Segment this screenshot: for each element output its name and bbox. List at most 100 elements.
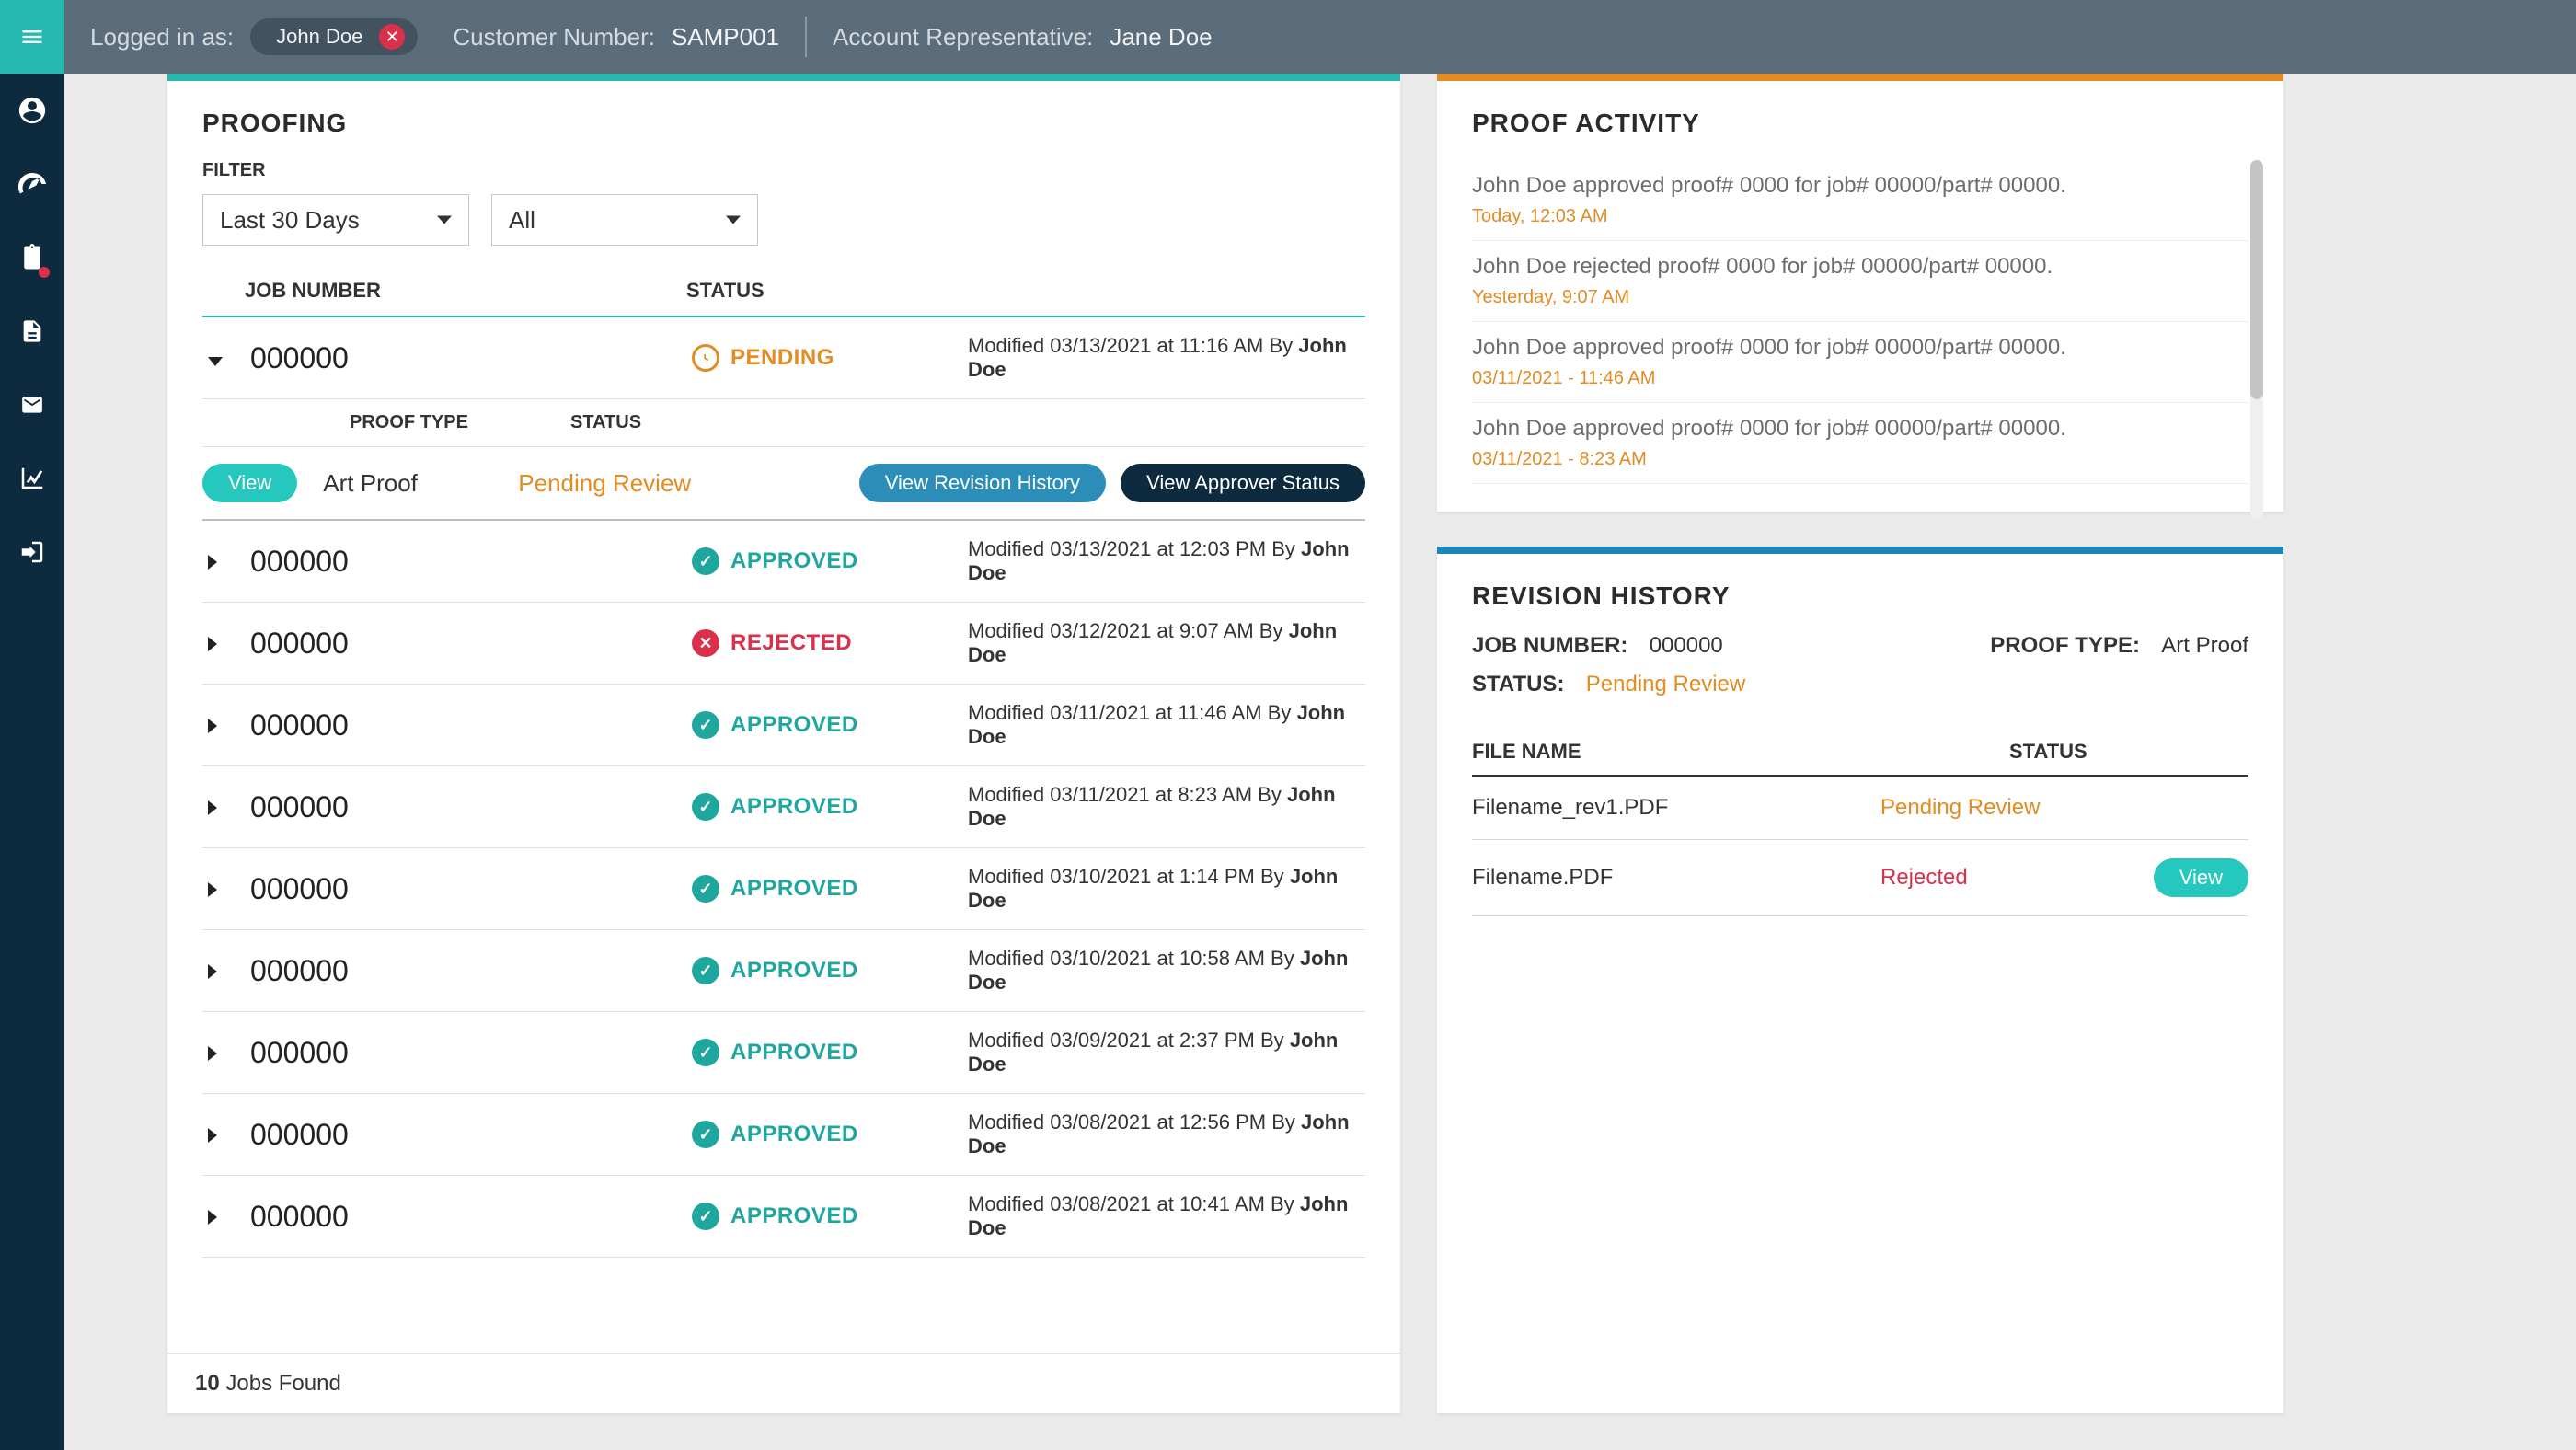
row-toggle[interactable] (208, 873, 250, 904)
modified-info: Modified 03/08/2021 at 10:41 AM By John … (968, 1192, 1360, 1240)
modified-info: Modified 03/11/2021 at 11:46 AM By John … (968, 701, 1360, 749)
activity-text: John Doe approved proof# 0000 for job# 0… (1472, 335, 2248, 361)
panel-stripe (167, 74, 1400, 81)
chevron-right-icon (208, 709, 217, 741)
proof-type: Art Proof (316, 469, 500, 498)
status-label: APPROVED (730, 958, 858, 984)
job-row: 000000 ✓ APPROVED Modified 03/08/2021 at… (202, 1094, 1365, 1176)
chevron-right-icon (208, 873, 217, 904)
activity-list: John Doe approved proof# 0000 for job# 0… (1472, 160, 2248, 484)
job-number: 000000 (250, 1200, 692, 1234)
chevron-right-icon (208, 791, 217, 823)
job-number: 000000 (250, 1118, 692, 1152)
modified-info: Modified 03/10/2021 at 1:14 PM By John D… (968, 865, 1360, 913)
th-job: JOB NUMBER (245, 279, 686, 303)
footer-text: Jobs Found (225, 1371, 340, 1396)
notification-dot (39, 267, 50, 278)
activity-item: John Doe rejected proof# 0000 for job# 0… (1472, 241, 2248, 322)
activity-item: John Doe approved proof# 0000 for job# 0… (1472, 160, 2248, 241)
job-row: 000000 ✓ APPROVED Modified 03/08/2021 at… (202, 1176, 1365, 1258)
filter-status-select[interactable]: All (491, 194, 758, 246)
account-rep: Jane Doe (1110, 23, 1212, 52)
row-toggle[interactable] (208, 791, 250, 823)
mail-icon (17, 393, 48, 417)
modified-info: Modified 03/09/2021 at 2:37 PM By John D… (968, 1029, 1360, 1076)
filter-label: FILTER (202, 160, 1365, 181)
row-toggle[interactable] (208, 955, 250, 986)
status-label: REJECTED (730, 630, 852, 656)
chevron-right-icon (208, 1037, 217, 1068)
sidebar-toggle[interactable] (0, 0, 64, 74)
job-row: 000000 ✓ APPROVED Modified 03/10/2021 at… (202, 848, 1365, 930)
sidebar-item-file[interactable] (0, 294, 64, 368)
customer-number-label: Customer Number: (453, 23, 655, 52)
activity-text: John Doe approved proof# 0000 for job# 0… (1472, 173, 2248, 199)
status-label: APPROVED (730, 1203, 858, 1229)
job-number: 000000 (250, 872, 692, 906)
modified-info: Modified 03/11/2021 at 8:23 AM By John D… (968, 783, 1360, 831)
row-toggle[interactable] (208, 1037, 250, 1068)
rev-prooftype: Art Proof (2161, 633, 2248, 658)
sub-th-prooftype: PROOF TYPE (350, 412, 570, 433)
rev-job-label: JOB NUMBER: (1472, 633, 1627, 658)
status-label: APPROVED (730, 1122, 858, 1147)
filter-time-select[interactable]: Last 30 Days (202, 194, 469, 246)
row-toggle[interactable] (208, 627, 250, 659)
rev-status-label: STATUS: (1472, 672, 1564, 696)
panel-stripe (1437, 547, 2283, 554)
sidebar-item-account[interactable] (0, 74, 64, 147)
sidebar-item-dashboard[interactable] (0, 147, 64, 221)
proof-status: Pending Review (518, 469, 794, 498)
modified-info: Modified 03/13/2021 at 12:03 PM By John … (968, 537, 1360, 585)
divider (805, 17, 807, 57)
activity-text: John Doe approved proof# 0000 for job# 0… (1472, 416, 2248, 442)
activity-item: John Doe approved proof# 0000 for job# 0… (1472, 403, 2248, 484)
activity-time: 03/11/2021 - 11:46 AM (1472, 368, 2248, 389)
job-number: 000000 (250, 790, 692, 824)
rev-th-file: FILE NAME (1472, 740, 2009, 764)
row-toggle[interactable] (208, 1201, 250, 1232)
chevron-right-icon (208, 955, 217, 986)
view-approver-status-button[interactable]: View Approver Status (1121, 464, 1365, 502)
job-number: 000000 (250, 545, 692, 579)
chevron-right-icon (208, 1201, 217, 1232)
row-toggle[interactable] (208, 709, 250, 741)
activity-text: John Doe rejected proof# 0000 for job# 0… (1472, 254, 2248, 280)
job-row: 000000 ✓ APPROVED Modified 03/13/2021 at… (202, 521, 1365, 603)
scrollbar[interactable] (2250, 160, 2263, 519)
modified-info: Modified 03/10/2021 at 10:58 AM By John … (968, 947, 1360, 995)
revision-title: REVISION HISTORY (1472, 581, 2248, 611)
job-number: 000000 (250, 627, 692, 661)
modified-info: Modified 03/12/2021 at 9:07 AM By John D… (968, 619, 1360, 667)
sidebar-item-reports[interactable] (0, 442, 64, 515)
file-icon (19, 316, 45, 347)
row-toggle[interactable] (208, 342, 250, 374)
menu-icon (17, 24, 48, 50)
sub-row: View Art Proof Pending Review View Revis… (202, 447, 1365, 521)
pending-icon (692, 344, 719, 372)
chevron-right-icon (208, 627, 217, 659)
footer-bar: 10 Jobs Found (167, 1353, 1400, 1413)
sidebar-item-logout[interactable] (0, 515, 64, 589)
status-label: APPROVED (730, 548, 858, 574)
scrollbar-thumb[interactable] (2250, 160, 2263, 399)
revision-row: Filename_rev1.PDF Pending Review (1472, 777, 2248, 840)
view-revision-history-button[interactable]: View Revision History (859, 464, 1106, 502)
activity-time: Today, 12:03 AM (1472, 206, 2248, 227)
view-revision-button[interactable]: View (2154, 858, 2248, 897)
logged-in-label: Logged in as: (90, 23, 234, 52)
chevron-down-icon (208, 342, 223, 374)
row-toggle[interactable] (208, 1119, 250, 1150)
job-row: 000000 ✓ APPROVED Modified 03/11/2021 at… (202, 766, 1365, 848)
panel-stripe (1437, 74, 2283, 81)
status-label: APPROVED (730, 794, 858, 820)
user-chip-close[interactable]: ✕ (379, 24, 405, 50)
approved-icon: ✓ (692, 1121, 719, 1148)
account-rep-label: Account Representative: (833, 23, 1093, 52)
approved-icon: ✓ (692, 711, 719, 739)
sidebar-item-mail[interactable] (0, 368, 64, 442)
sidebar-item-clipboard[interactable] (0, 221, 64, 294)
view-proof-button[interactable]: View (202, 464, 297, 502)
status-label: APPROVED (730, 1040, 858, 1065)
row-toggle[interactable] (208, 546, 250, 577)
